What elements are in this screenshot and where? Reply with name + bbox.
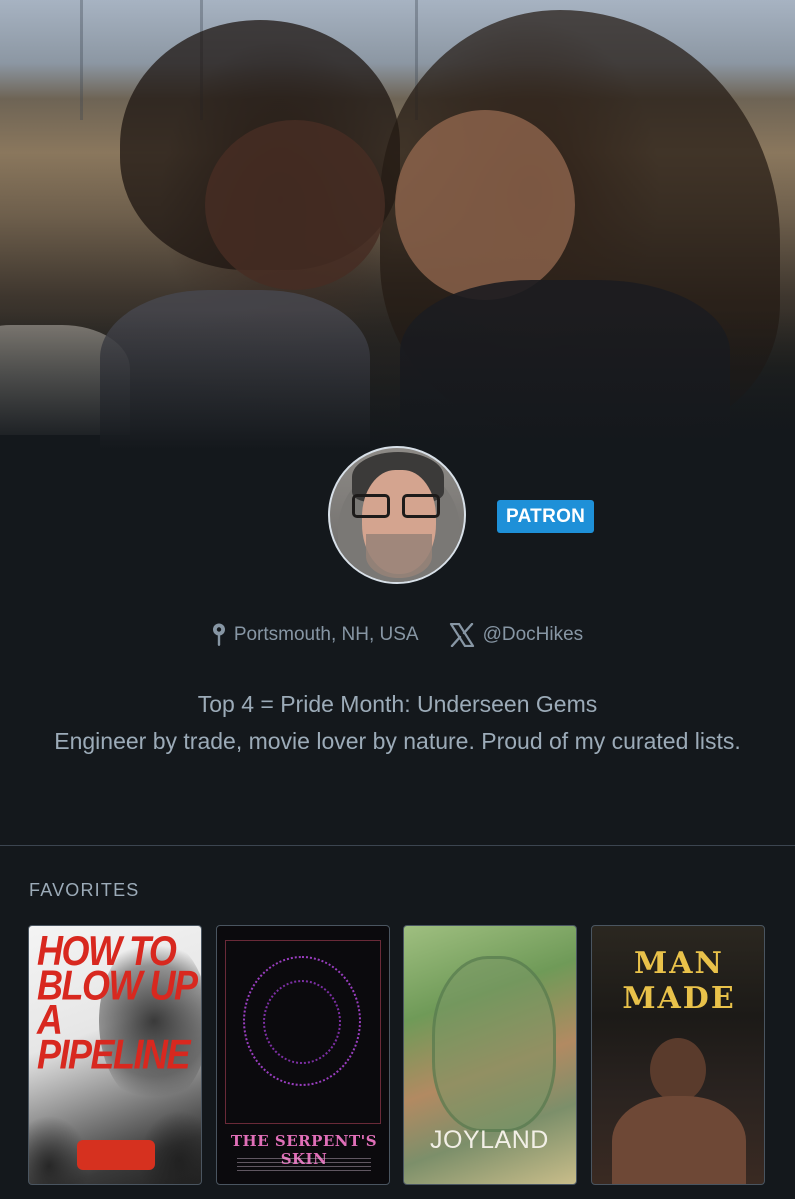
bio-line-1: Top 4 = Pride Month: Underseen Gems [197,691,598,717]
x-logo-icon [449,623,475,647]
twitter-handle: @DocHikes [482,624,584,645]
bio: Top 4 = Pride Month: Underseen Gems Engi… [40,686,755,760]
favorites-heading: FAVORITES [29,880,140,900]
favorite-poster-man-made[interactable]: MAN MADE [591,925,765,1185]
poster-title: HOW TO BLOW UP A PIPELINE [37,927,197,1078]
location: Portsmouth, NH, USA [212,623,419,647]
favorite-poster-how-to-blow-up-a-pipeline[interactable]: HOW TO BLOW UP A PIPELINE [28,925,202,1185]
poster-title: MAN MADE [622,946,736,1016]
avatar[interactable] [328,446,466,584]
favorite-poster-the-serpents-skin[interactable]: THE SERPENT'S SKIN [216,925,390,1185]
poster-title: JOYLAND [430,1126,549,1154]
twitter-link[interactable]: @DocHikes [449,623,584,647]
profile-backdrop-image [0,0,795,450]
section-divider [0,845,795,846]
map-pin-icon [212,623,226,647]
bio-line-2: Engineer by trade, movie lover by nature… [54,728,741,754]
location-text: Portsmouth, NH, USA [233,624,419,645]
patron-badge: PATRON [497,500,595,533]
favorite-poster-joyland[interactable]: JOYLAND [403,925,577,1185]
profile-meta: Portsmouth, NH, USA @DocHikes [0,620,795,650]
